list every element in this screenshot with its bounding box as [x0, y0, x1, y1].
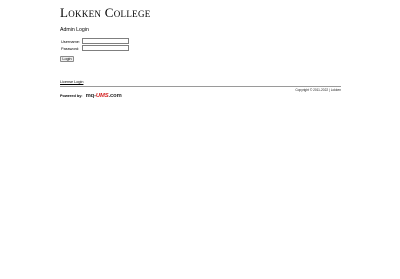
password-label: Password: [61, 45, 80, 51]
page-container: Lokken College Admin Login Username: Pas… [60, 0, 341, 279]
college-name-heading: Lokken College [60, 5, 151, 20]
license-login-link[interactable]: License Login [60, 80, 83, 84]
username-row: Username: [60, 38, 129, 44]
powered-by: Powered by: mq- UMS .com [60, 92, 122, 100]
logo-text-brand: UMS [95, 93, 109, 99]
mq-ums-logo[interactable]: mq- UMS .com [86, 93, 122, 99]
login-button[interactable]: Login [60, 56, 74, 62]
admin-login-title: Admin Login [60, 27, 89, 33]
username-label: Username: [61, 38, 81, 44]
username-input[interactable] [82, 38, 129, 44]
password-row: Password: [60, 45, 129, 51]
password-input[interactable] [82, 45, 129, 51]
footer-divider [60, 86, 341, 87]
powered-by-label: Powered by: [60, 94, 83, 98]
logo-text-suffix: .com [108, 93, 122, 99]
logo-text-prefix: mq- [85, 93, 96, 99]
copyright-text: Copyright © 2011-2022 | Lokken [295, 88, 341, 92]
